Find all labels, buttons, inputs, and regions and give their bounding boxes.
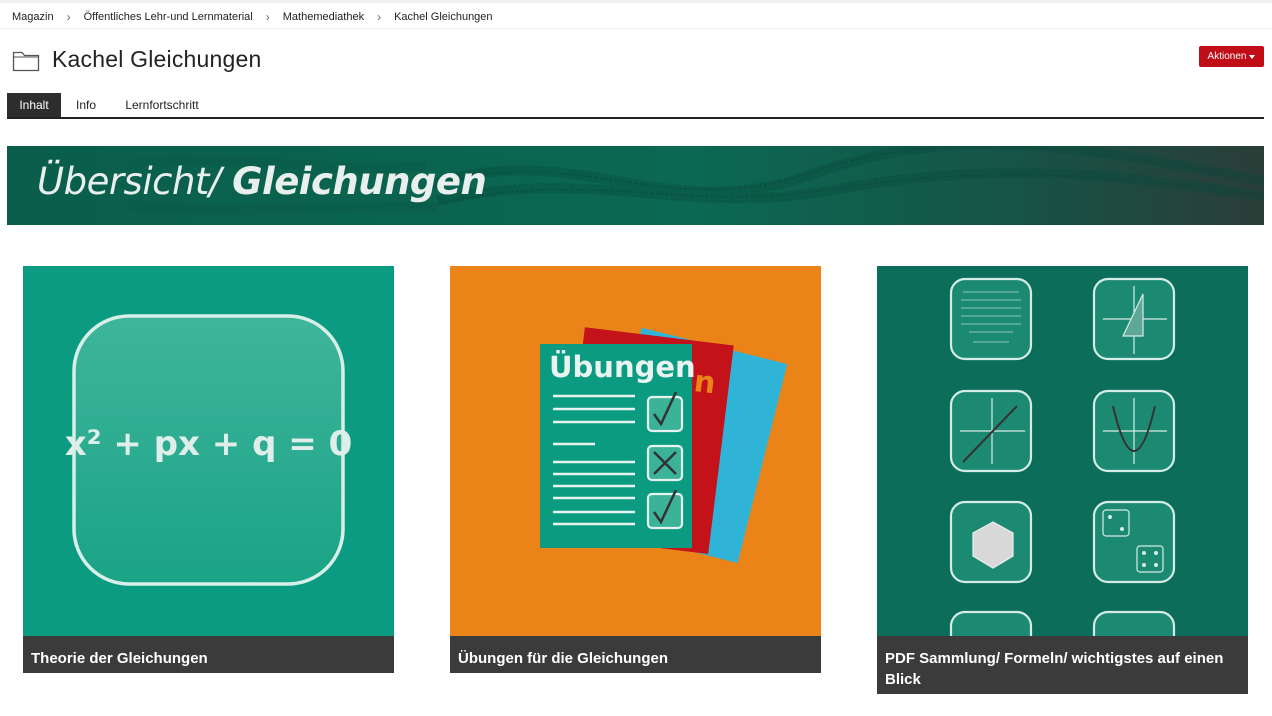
tile-pdf-sammlung[interactable]: PDF Sammlung/ Formeln/ wichtigstes auf e… — [877, 266, 1248, 694]
tile-uebungen[interactable]: n Übungen Übungen für die Gleichungen — [450, 266, 821, 673]
breadcrumb: Magazin › Öffentliches Lehr-und Lernmate… — [12, 9, 493, 25]
overview-banner: Übersicht/ Gleichungen — [7, 146, 1264, 225]
breadcrumb-divider — [0, 28, 1272, 29]
tab-inhalt[interactable]: Inhalt — [7, 93, 61, 117]
breadcrumb-current: Kachel Gleichungen — [394, 11, 493, 23]
tile-pdf-sammlung-image — [877, 266, 1248, 636]
sheet-title: Übungen — [549, 350, 696, 384]
tile-theorie[interactable]: x² + px + q = 0 Theorie der Gleichungen — [23, 266, 394, 673]
tile-theorie-image: x² + px + q = 0 — [23, 266, 394, 636]
exercise-sheets-illustration: n — [540, 327, 788, 563]
page-header: Kachel Gleichungen — [12, 46, 261, 73]
caret-down-icon — [1249, 54, 1256, 59]
formula-text: x² + px + q = 0 — [64, 424, 353, 464]
tab-lernfortschritt[interactable]: Lernfortschritt — [119, 93, 205, 117]
tile-uebungen-image: n Übungen — [450, 266, 821, 636]
top-border — [0, 0, 1272, 3]
chevron-right-icon: › — [265, 10, 270, 24]
breadcrumb-magazin[interactable]: Magazin — [12, 11, 54, 23]
tile-pdf-sammlung-caption: PDF Sammlung/ Formeln/ wichtigstes auf e… — [877, 636, 1248, 694]
breadcrumb-mathemediathek[interactable]: Mathemediathek — [283, 11, 364, 23]
tab-bar: Inhalt Info Lernfortschritt — [7, 93, 1264, 119]
formula-icons-grid — [949, 277, 1176, 636]
breadcrumb-lehrmaterial[interactable]: Öffentliches Lehr-und Lernmaterial — [84, 11, 253, 23]
chevron-right-icon: › — [377, 10, 382, 24]
tile-uebungen-caption: Übungen für die Gleichungen — [450, 636, 821, 673]
banner-title-light: Übersicht/ — [37, 160, 221, 203]
tile-theorie-caption: Theorie der Gleichungen — [23, 636, 394, 673]
svg-text:n: n — [692, 364, 717, 401]
folder-icon — [12, 51, 40, 71]
actions-button-label: Aktionen — [1207, 51, 1247, 62]
chevron-right-icon: › — [66, 10, 71, 24]
tab-info[interactable]: Info — [69, 93, 103, 117]
page-title: Kachel Gleichungen — [52, 46, 262, 72]
banner-title: Übersicht/ Gleichungen — [37, 160, 487, 203]
actions-dropdown-button[interactable]: Aktionen — [1199, 46, 1264, 67]
banner-title-bold: Gleichungen — [232, 160, 487, 203]
